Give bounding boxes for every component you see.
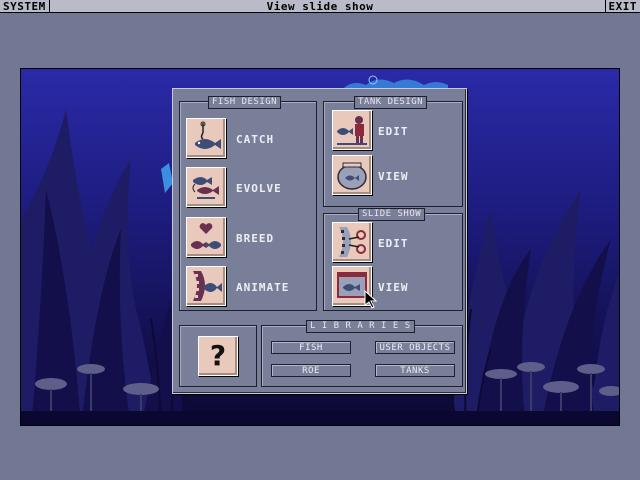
- tank-edit-button[interactable]: [332, 110, 372, 150]
- evolve-fish-icon: [192, 177, 219, 199]
- library-user-objects-button[interactable]: USER OBJECTS: [375, 341, 455, 354]
- tank-edit-label: EDIT: [378, 125, 409, 138]
- diver-fish-icon: [337, 116, 367, 145]
- library-fish-button[interactable]: FISH: [271, 341, 351, 354]
- film-scissors-icon: [339, 227, 366, 257]
- breed-hearts-icon: [191, 223, 221, 249]
- film-fish-icon: [193, 271, 222, 301]
- fish-design-title: FISH DESIGN: [208, 96, 282, 109]
- catch-button[interactable]: [186, 118, 226, 158]
- catch-label: CATCH: [236, 133, 275, 146]
- mouse-cursor-icon: [364, 290, 378, 309]
- evolve-label: EVOLVE: [236, 182, 282, 195]
- slide-show-group: SLIDE SHOW EDIT VIEW: [323, 208, 463, 311]
- slide-show-title: SLIDE SHOW: [358, 208, 426, 221]
- animate-button[interactable]: [186, 266, 226, 306]
- evolve-button[interactable]: [186, 167, 226, 207]
- window-title: View slide show: [266, 0, 374, 13]
- main-menu-panel: FISH DESIGN CATCH EVOLVE BREED ANIMATE T…: [172, 88, 467, 394]
- slide-edit-label: EDIT: [378, 237, 409, 250]
- slide-view-label: VIEW: [378, 281, 409, 294]
- libraries-title: L I B R A R I E S: [306, 320, 415, 333]
- slide-edit-button[interactable]: [332, 222, 372, 262]
- libraries-group: L I B R A R I E S FISH USER OBJECTS ROE …: [261, 320, 463, 387]
- tank-design-title: TANK DESIGN: [354, 96, 428, 109]
- library-roe-button[interactable]: ROE: [271, 364, 351, 377]
- fishing-hook-icon: [195, 121, 221, 149]
- fishbowl-icon: [337, 162, 367, 190]
- library-tanks-button[interactable]: TANKS: [375, 364, 455, 377]
- help-group: ?: [179, 325, 257, 387]
- breed-label: BREED: [236, 232, 275, 245]
- exit-button[interactable]: EXIT: [604, 0, 640, 13]
- menu-bar: View slide show SYSTEM EXIT: [0, 0, 640, 13]
- fish-design-group: FISH DESIGN CATCH EVOLVE BREED ANIMATE: [179, 96, 317, 311]
- tank-design-group: TANK DESIGN EDIT VIEW: [323, 96, 463, 207]
- system-menu[interactable]: SYSTEM: [0, 0, 50, 13]
- animate-label: ANIMATE: [236, 281, 290, 294]
- help-button[interactable]: ?: [198, 336, 238, 376]
- tank-view-button[interactable]: [332, 155, 372, 195]
- tank-view-label: VIEW: [378, 170, 409, 183]
- breed-button[interactable]: [186, 217, 226, 257]
